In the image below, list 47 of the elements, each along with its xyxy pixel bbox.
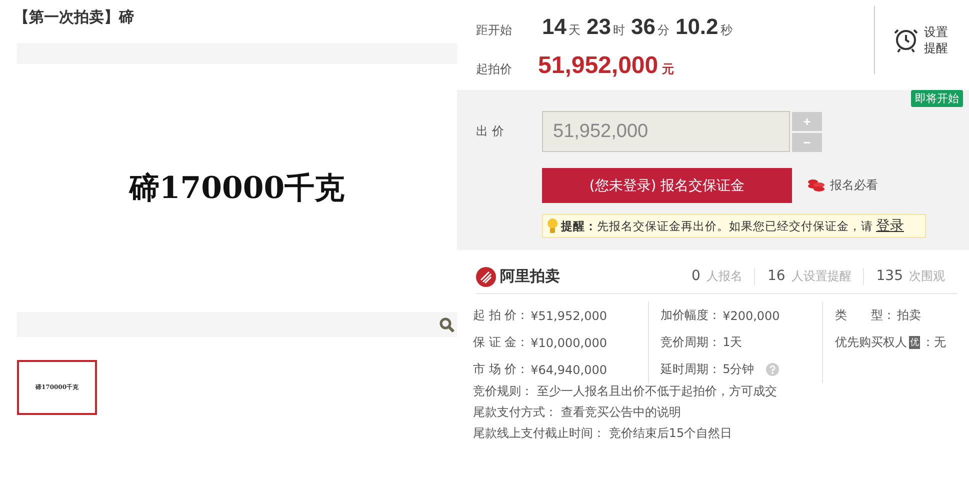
detail-value: 拍卖 xyxy=(896,307,921,324)
search-icon[interactable] xyxy=(439,316,455,332)
status-badge: 即将开始 xyxy=(911,90,963,107)
detail-label: 保 证 金： xyxy=(473,334,529,351)
coins-icon xyxy=(808,179,825,192)
detail-label: 延时周期： xyxy=(660,361,721,378)
detail-label: 优先购买权人 xyxy=(834,334,907,351)
detail-label: 类 型： xyxy=(834,307,895,324)
detail-value: ¥64,940,000 xyxy=(530,362,607,376)
countdown-unit: 分 xyxy=(657,22,670,39)
detail-value: 5分钟 xyxy=(722,361,754,378)
start-price: 51,952,000 xyxy=(538,52,658,80)
alarm-clock-icon xyxy=(894,27,918,53)
countdown-unit: 时 xyxy=(612,22,625,39)
bid-label: 出 价 xyxy=(476,123,505,140)
countdown-unit: 天 xyxy=(568,22,580,39)
detail-value: 1天 xyxy=(722,334,742,351)
detail-label: 市 场 价： xyxy=(473,361,529,378)
stat-counter: 16 人设置提醒 xyxy=(754,268,864,285)
brand-logo-icon xyxy=(476,266,496,286)
detail-label: 加价幅度： xyxy=(660,307,721,324)
countdown-unit: 秒 xyxy=(720,22,732,39)
detail-label: 起 拍 价： xyxy=(473,307,529,324)
stat-counter: 0 人报名 xyxy=(690,268,744,285)
detail-value: ¥200,000 xyxy=(722,308,780,322)
priority-tag: 优 xyxy=(908,336,920,349)
price-unit: 元 xyxy=(662,61,674,78)
notice-text: 提醒：先报名交保证金再出价。如果您已经交付保证金，请 xyxy=(561,218,873,234)
detail-label: 竞价周期： xyxy=(660,334,721,351)
product-image-text: 碲170000千克 xyxy=(129,170,345,208)
countdown-value: 10.2 xyxy=(675,14,718,40)
start-price-label: 起拍价 xyxy=(476,61,513,78)
rule-text: 尾款支付方式： 查看竞买公告中的说明 xyxy=(473,404,682,421)
page-title: 【第一次拍卖】碲 xyxy=(14,7,135,28)
rule-text: 尾款线上支付截止时间： 竞价结束后15个自然日 xyxy=(473,425,734,442)
countdown-value: 36 xyxy=(630,14,656,40)
detail-value: ¥51,952,000 xyxy=(530,308,607,322)
detail-value: ：无 xyxy=(922,334,946,351)
rule-text: 竞价规则： 至少一人报名且出价不低于起拍价，方可成交 xyxy=(473,383,778,400)
countdown-label: 距开始 xyxy=(476,22,513,39)
countdown-value: 23 xyxy=(586,14,611,40)
countdown-value: 14 xyxy=(542,14,566,40)
set-reminder-link[interactable]: 设置提醒 xyxy=(924,24,950,56)
stat-counter: 135 次围观 xyxy=(863,268,957,285)
lightbulb-icon xyxy=(547,218,558,234)
brand-name: 阿里拍卖 xyxy=(500,267,560,286)
detail-value: ¥10,000,000 xyxy=(530,336,607,350)
